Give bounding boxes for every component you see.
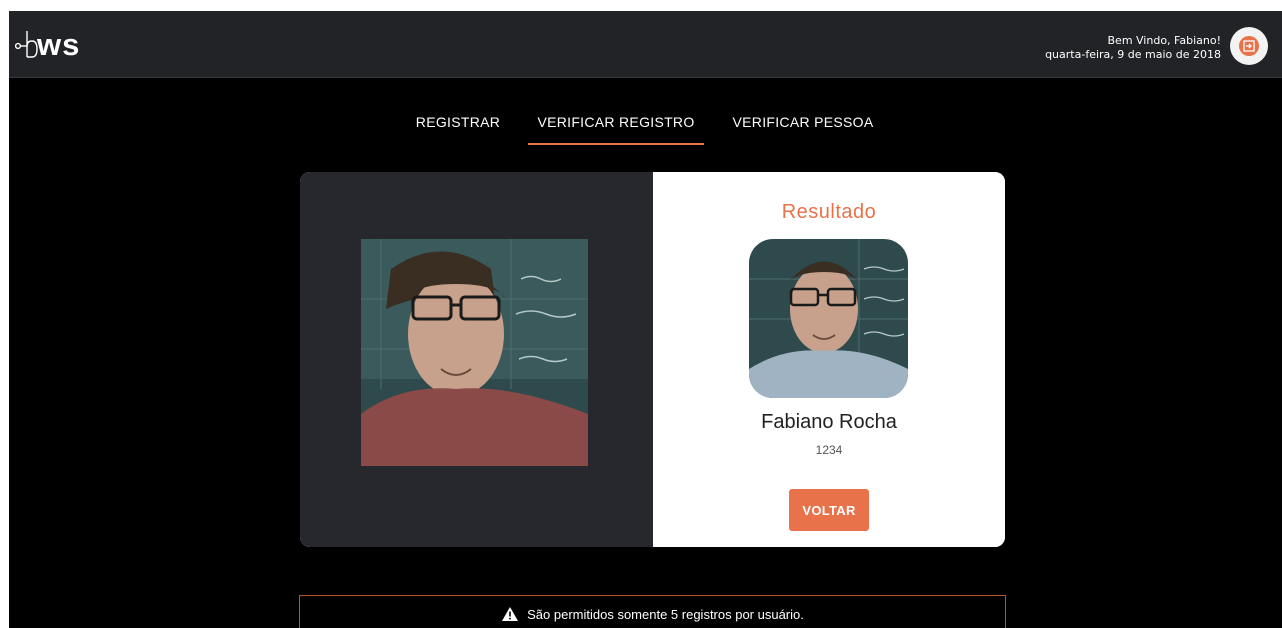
- alert-message: São permitidos somente 5 registros por u…: [527, 607, 804, 622]
- logo-text: ws: [37, 27, 81, 62]
- tab-bar: REGISTRAR VERIFICAR REGISTRO VERIFICAR P…: [9, 107, 1282, 145]
- person-name: Fabiano Rocha: [761, 411, 897, 433]
- person-id: 1234: [815, 443, 843, 457]
- capture-panel: [300, 172, 653, 547]
- welcome-text: Bem Vindo, Fabiano!: [1107, 34, 1222, 47]
- limit-alert: São permitidos somente 5 registros por u…: [299, 595, 1006, 628]
- captured-photo: [361, 239, 588, 466]
- verification-card: Resultado Fabiano Rocha 1234 VOLTAR: [300, 172, 1005, 547]
- logo-mark-icon: [15, 31, 38, 58]
- result-panel: Resultado Fabiano Rocha 1234 VOLTAR: [653, 172, 1005, 547]
- warning-icon: [502, 607, 519, 621]
- logout-icon: [1243, 40, 1255, 52]
- current-date: quarta-feira, 9 de maio de 2018: [1045, 48, 1221, 61]
- tab-registrar[interactable]: REGISTRAR: [403, 107, 513, 143]
- back-button[interactable]: VOLTAR: [789, 489, 869, 531]
- user-info: Bem Vindo, Fabiano! quarta-feira, 9 de m…: [1045, 34, 1221, 62]
- result-title: Resultado: [781, 201, 877, 223]
- top-bar: ws Bem Vindo, Fabiano! quarta-feira, 9 d…: [9, 11, 1282, 78]
- matched-person-photo: [749, 239, 908, 398]
- logout-button[interactable]: [1230, 27, 1268, 65]
- tab-verificar-pessoa[interactable]: VERIFICAR PESSOA: [723, 107, 883, 143]
- tab-verificar-registro[interactable]: VERIFICAR REGISTRO: [528, 107, 704, 145]
- app-window: ws Bem Vindo, Fabiano! quarta-feira, 9 d…: [9, 11, 1282, 628]
- logo: ws: [15, 25, 115, 65]
